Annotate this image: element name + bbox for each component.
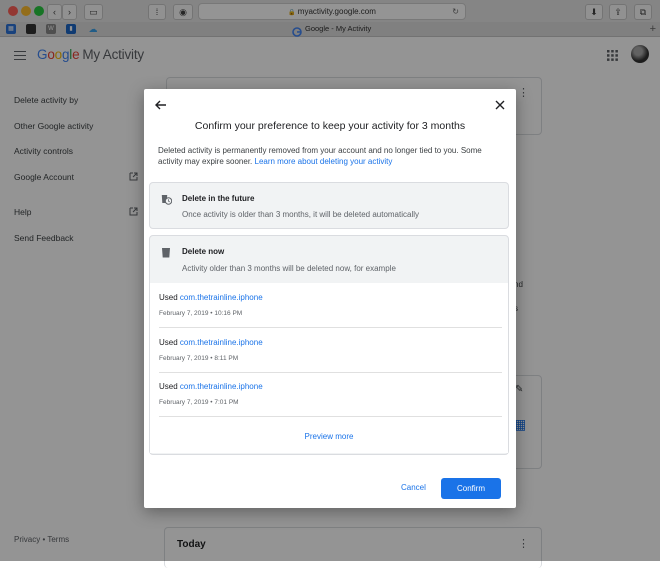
confirm-button[interactable]: Confirm — [441, 478, 501, 499]
learn-more-link[interactable]: Learn more about deleting your activity — [255, 157, 393, 166]
item-date: February 7, 2019 • 10:16 PM — [159, 310, 243, 317]
trash-icon — [161, 246, 171, 258]
option-subtitle: Once activity is older than 3 months, it… — [182, 210, 420, 219]
dialog-title: Confirm your preference to keep your act… — [194, 120, 466, 132]
app-link[interactable]: com.thetrainline.iphone — [180, 382, 263, 391]
close-icon[interactable] — [493, 98, 507, 112]
option-subtitle: Activity older than 3 months will be del… — [182, 264, 396, 273]
option-title: Delete in the future — [182, 194, 255, 203]
dialog-description: Deleted activity is permanently removed … — [158, 146, 482, 166]
divider — [159, 372, 502, 373]
option-delete-future[interactable]: Delete in the future Once activity is ol… — [149, 182, 509, 229]
preview-more-button[interactable]: Preview more — [150, 432, 508, 441]
list-item: Used com.thetrainline.iphone — [159, 338, 263, 347]
item-date: February 7, 2019 • 7:01 PM — [159, 399, 239, 406]
option-title: Delete now — [182, 247, 225, 256]
divider — [159, 327, 502, 328]
app-link[interactable]: com.thetrainline.iphone — [180, 338, 263, 347]
back-arrow-icon[interactable] — [154, 98, 168, 112]
activity-preview-list: Used com.thetrainline.iphone February 7,… — [150, 283, 508, 453]
item-date: February 7, 2019 • 8:11 PM — [159, 355, 239, 362]
list-item: Used com.thetrainline.iphone — [159, 293, 263, 302]
divider — [159, 416, 502, 417]
confirm-dialog: Confirm your preference to keep your act… — [144, 89, 516, 508]
clock-delete-icon — [161, 193, 172, 205]
cancel-button[interactable]: Cancel — [401, 483, 426, 492]
list-item: Used com.thetrainline.iphone — [159, 382, 263, 391]
app-link[interactable]: com.thetrainline.iphone — [180, 293, 263, 302]
option-delete-now[interactable]: Delete now Activity older than 3 months … — [149, 235, 509, 455]
